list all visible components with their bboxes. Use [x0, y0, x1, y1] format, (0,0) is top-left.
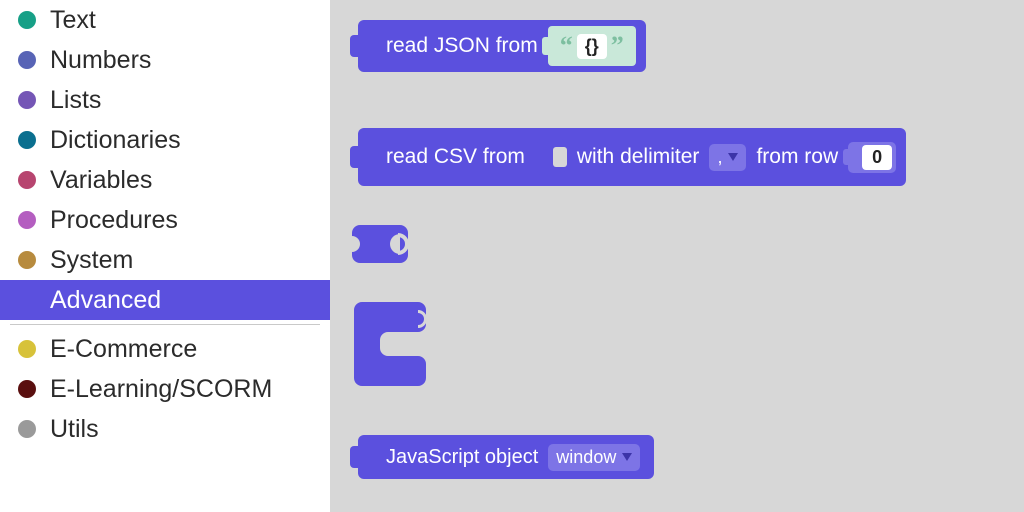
category-text[interactable]: Text	[0, 0, 330, 40]
dot-icon	[18, 11, 36, 29]
category-advanced[interactable]: Advanced	[0, 280, 330, 320]
category-variables[interactable]: Variables	[0, 160, 330, 200]
category-sidebar: Text Numbers Lists Dictionaries Variable…	[0, 0, 330, 512]
dot-icon	[18, 251, 36, 269]
number-input-slot[interactable]: 0	[848, 142, 896, 173]
string-input-slot[interactable]: “ {} ”	[548, 26, 636, 66]
open-quote-icon: “	[560, 31, 573, 61]
sidebar-divider	[10, 324, 320, 325]
dot-icon	[18, 340, 36, 358]
category-lists[interactable]: Lists	[0, 80, 330, 120]
object-dropdown[interactable]: window	[548, 444, 640, 471]
category-label: E-Learning/SCORM	[50, 375, 272, 404]
close-quote-icon: ”	[611, 31, 624, 61]
dot-icon	[18, 91, 36, 109]
category-elearning[interactable]: E-Learning/SCORM	[0, 369, 330, 409]
delimiter-dropdown[interactable]: ,	[709, 144, 746, 171]
category-procedures[interactable]: Procedures	[0, 200, 330, 240]
block-label: from row	[756, 145, 838, 169]
chevron-down-icon	[622, 453, 632, 461]
block-label: with delimiter	[577, 145, 700, 169]
dot-icon	[18, 380, 36, 398]
dropdown-value: window	[556, 447, 616, 468]
dot-icon	[18, 171, 36, 189]
category-ecommerce[interactable]: E-Commerce	[0, 329, 330, 369]
category-dictionaries[interactable]: Dictionaries	[0, 120, 330, 160]
category-utils[interactable]: Utils	[0, 409, 330, 449]
block-read-csv[interactable]: read CSV from with delimiter , from row …	[358, 128, 906, 186]
dot-icon	[18, 131, 36, 149]
category-label: Lists	[50, 86, 101, 115]
json-value[interactable]: {}	[577, 34, 607, 59]
block-label: read JSON from	[386, 34, 538, 58]
category-system[interactable]: System	[0, 240, 330, 280]
block-read-json[interactable]: read JSON from “ {} ”	[358, 20, 646, 72]
dot-icon	[18, 420, 36, 438]
chevron-down-icon	[728, 153, 738, 161]
dropdown-value: ,	[717, 147, 722, 168]
category-label: Utils	[50, 415, 99, 444]
block-js-object[interactable]: JavaScript object window	[358, 435, 654, 479]
category-label: Dictionaries	[50, 126, 181, 155]
category-label: Numbers	[50, 46, 151, 75]
block-label: read CSV from	[386, 145, 525, 169]
row-value[interactable]: 0	[862, 145, 892, 170]
category-label: Variables	[50, 166, 152, 195]
category-label: System	[50, 246, 133, 275]
dot-icon	[18, 211, 36, 229]
block-flyout: read JSON from “ {} ” read CSV from with…	[330, 0, 1024, 512]
block-value-empty[interactable]	[350, 219, 420, 269]
category-numbers[interactable]: Numbers	[0, 40, 330, 80]
category-label: Advanced	[50, 286, 161, 315]
dot-icon	[18, 51, 36, 69]
category-label: Procedures	[50, 206, 178, 235]
category-label: E-Commerce	[50, 335, 197, 364]
value-socket[interactable]	[537, 139, 565, 175]
block-label: JavaScript object	[386, 446, 538, 469]
block-statement-empty[interactable]	[350, 298, 440, 388]
category-label: Text	[50, 6, 96, 35]
